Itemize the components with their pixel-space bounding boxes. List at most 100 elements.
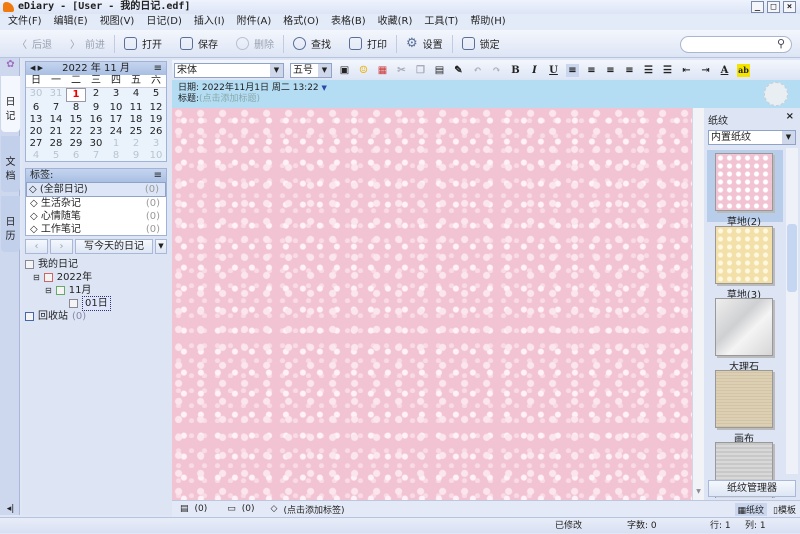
- close-icon[interactable]: ×: [786, 111, 794, 122]
- paper-scrollbar[interactable]: [786, 148, 798, 474]
- date-value[interactable]: 2022年11月1日 周二 13:22: [202, 83, 319, 93]
- menu-file[interactable]: 文件(F): [0, 14, 46, 30]
- justify-icon[interactable]: ≡: [623, 64, 636, 77]
- indent-icon[interactable]: ⇥: [699, 64, 712, 77]
- size-select[interactable]: 五号 ▼: [290, 62, 332, 78]
- calendar-day[interactable]: 6: [26, 102, 46, 114]
- menu-view[interactable]: 视图(V): [92, 14, 139, 30]
- next-button[interactable]: ›: [50, 239, 73, 254]
- scroll-thumb[interactable]: [787, 224, 797, 292]
- menu-edit[interactable]: 编辑(E): [46, 14, 92, 30]
- menu-insert[interactable]: 插入(I): [186, 14, 229, 30]
- paper-manager-button[interactable]: 纸纹管理器: [708, 480, 796, 497]
- tab-template[interactable]: ▯模板: [773, 503, 796, 516]
- write-today-button[interactable]: 写今天的日记: [75, 239, 153, 254]
- tag-item[interactable]: ◇ 工作笔记 (0): [26, 223, 166, 236]
- calendar-day[interactable]: 23: [86, 126, 106, 138]
- scroll-down-icon[interactable]: ▼: [694, 488, 703, 498]
- calendar-day[interactable]: 1: [106, 138, 126, 150]
- emoticon-icon[interactable]: ☺: [357, 64, 370, 77]
- maximize-button[interactable]: □: [767, 1, 780, 13]
- collapse-icon[interactable]: ◂|: [1, 502, 20, 516]
- tree-day[interactable]: 01日: [25, 296, 111, 311]
- menu-attach[interactable]: 附件(A): [229, 14, 276, 30]
- calendar-day[interactable]: 9: [86, 102, 106, 114]
- tag-item[interactable]: ◇ 心情随笔 (0): [26, 210, 166, 223]
- editor-scrollbar[interactable]: ▼: [692, 108, 704, 500]
- calendar-day[interactable]: 8: [106, 150, 126, 162]
- align-right-icon[interactable]: ≡: [604, 64, 617, 77]
- paper-source-select[interactable]: 内置纸纹 ▼: [708, 130, 796, 145]
- calendar-day[interactable]: 30: [86, 138, 106, 150]
- calendar-day[interactable]: 24: [106, 126, 126, 138]
- calendar-day[interactable]: 3: [106, 88, 126, 102]
- tag-item[interactable]: ◇ (全部日记) (0): [26, 182, 166, 197]
- tree-trash[interactable]: 回收站 (0): [25, 310, 111, 323]
- calendar-day[interactable]: 5: [146, 88, 166, 102]
- outdent-icon[interactable]: ⇤: [680, 64, 693, 77]
- font-select[interactable]: 宋体 ▼: [174, 62, 284, 78]
- menu-help[interactable]: 帮助(H): [462, 14, 509, 30]
- underline-icon[interactable]: U: [547, 64, 560, 77]
- prev-button[interactable]: ‹: [25, 239, 48, 254]
- menu-format[interactable]: 格式(O): [275, 14, 323, 30]
- settings-button[interactable]: ⚙ 设置: [397, 36, 452, 51]
- tab-calendar[interactable]: 日历: [1, 196, 20, 252]
- calendar-day[interactable]: 31: [46, 88, 66, 102]
- menu-icon[interactable]: ≡: [154, 62, 162, 75]
- calendar-day[interactable]: 15: [66, 114, 86, 126]
- calendar-day[interactable]: 27: [26, 138, 46, 150]
- menu-table[interactable]: 表格(B): [323, 14, 370, 30]
- menu-icon[interactable]: ≡: [154, 169, 162, 182]
- paste-icon[interactable]: ▤: [433, 64, 446, 77]
- title-input[interactable]: (点击添加标题): [199, 94, 260, 104]
- add-tag-link[interactable]: (点击添加标签): [283, 503, 344, 516]
- save-button[interactable]: 保存: [171, 36, 227, 51]
- highlight-icon[interactable]: ab: [737, 63, 750, 77]
- calendar-day[interactable]: 19: [146, 114, 166, 126]
- calendar-day[interactable]: 4: [126, 88, 146, 102]
- lock-button[interactable]: 锁定: [453, 36, 509, 51]
- calendar-day[interactable]: 6: [66, 150, 86, 162]
- forward-button[interactable]: 〉前进: [61, 36, 114, 51]
- minimize-button[interactable]: _: [751, 1, 764, 13]
- collapse-icon[interactable]: ⊟: [45, 284, 52, 297]
- calendar-day[interactable]: 12: [146, 102, 166, 114]
- paper-thumb[interactable]: [715, 298, 773, 356]
- italic-icon[interactable]: I: [528, 64, 541, 77]
- weather-icon[interactable]: [764, 82, 788, 106]
- prev-month-button[interactable]: ◀ ▶: [30, 62, 43, 75]
- open-button[interactable]: 打开: [115, 36, 171, 51]
- chevron-down-icon[interactable]: ▼: [322, 84, 327, 92]
- calendar-day[interactable]: 4: [26, 150, 46, 162]
- insert-image-icon[interactable]: ▣: [338, 64, 351, 77]
- print-button[interactable]: 打印: [340, 36, 396, 51]
- calendar-day[interactable]: 21: [46, 126, 66, 138]
- calendar-day[interactable]: 10: [146, 150, 166, 162]
- delete-button[interactable]: 删除: [227, 36, 283, 51]
- tree-year[interactable]: ⊟ 2022年: [25, 271, 111, 284]
- calendar-day[interactable]: 7: [86, 150, 106, 162]
- copy-icon[interactable]: ❐: [414, 64, 427, 77]
- paper-thumb[interactable]: [715, 370, 773, 428]
- bullet-list-icon[interactable]: ☰: [642, 64, 655, 77]
- chevron-down-icon[interactable]: ▼: [155, 239, 167, 254]
- align-center-icon[interactable]: ≡: [585, 64, 598, 77]
- menu-favorites[interactable]: 收藏(R): [370, 14, 417, 30]
- calendar-day[interactable]: 9: [126, 150, 146, 162]
- menu-diary[interactable]: 日记(D): [138, 14, 186, 30]
- calendar-day[interactable]: 11: [126, 102, 146, 114]
- calendar-day[interactable]: 28: [46, 138, 66, 150]
- calendar-day[interactable]: 25: [126, 126, 146, 138]
- format-brush-icon[interactable]: ✎: [452, 64, 465, 77]
- calendar-day[interactable]: 1: [66, 88, 86, 102]
- paper-thumb[interactable]: [715, 226, 773, 284]
- attachment-icon[interactable]: ▤: [180, 504, 189, 514]
- search-input[interactable]: ⚲: [680, 36, 792, 53]
- numbered-list-icon[interactable]: ☰: [661, 64, 674, 77]
- tab-documents[interactable]: 文档: [1, 136, 20, 192]
- tab-paper[interactable]: ▦纸纹: [734, 502, 768, 516]
- calendar-day[interactable]: 17: [106, 114, 126, 126]
- calendar-day[interactable]: 2: [86, 88, 106, 102]
- find-button[interactable]: 查找: [284, 36, 340, 51]
